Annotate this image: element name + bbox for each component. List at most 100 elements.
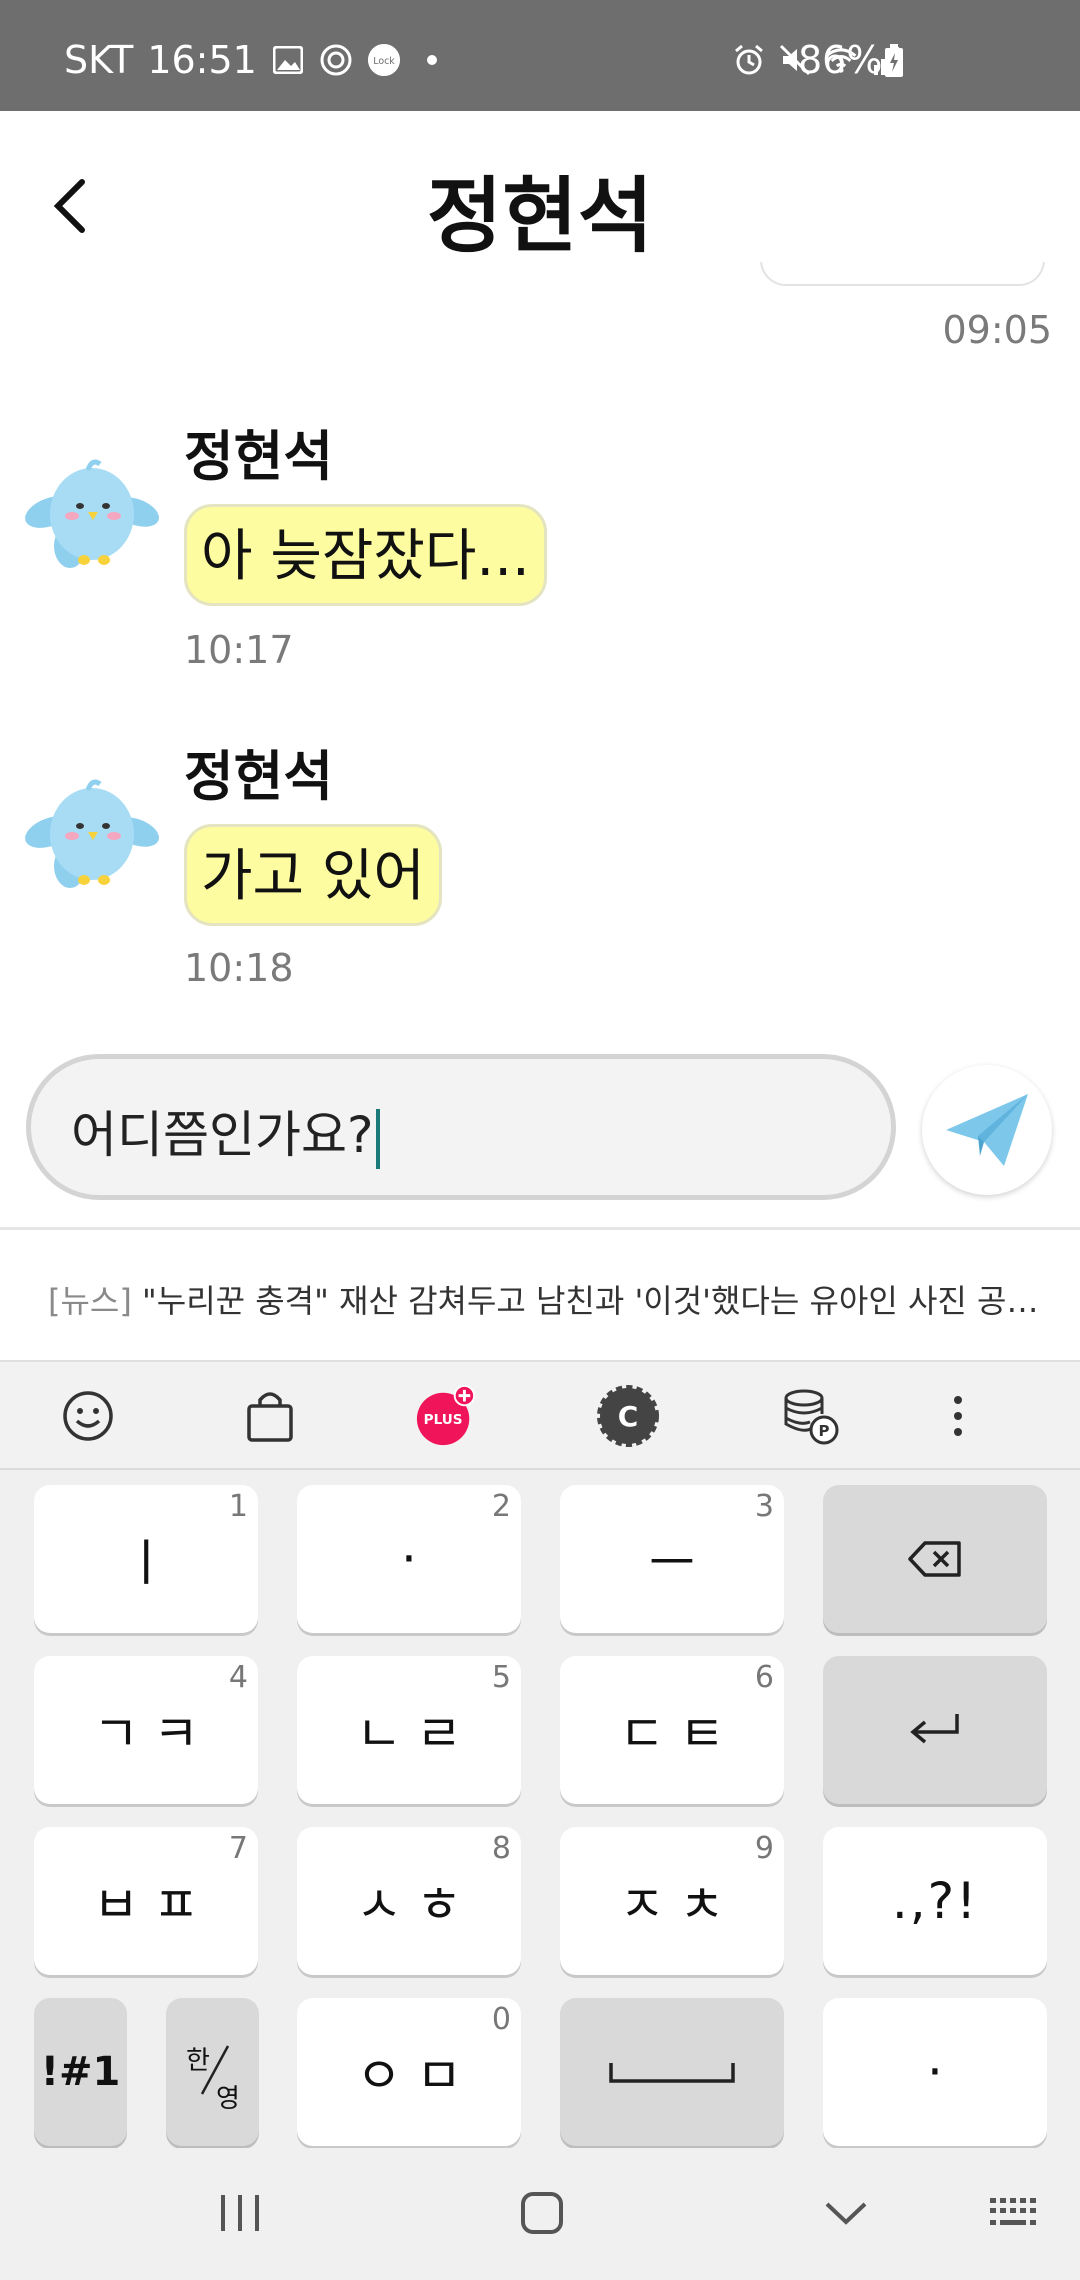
sender-name: 정현석: [184, 745, 334, 808]
battery-icon: [884, 44, 904, 78]
settings-gem-icon: [319, 43, 353, 77]
news-banner[interactable]: [뉴스] "누리꾼 충격" 재산 감쳐두고 남친과 '이것'했다는 유아인 사진…: [0, 1232, 1080, 1360]
previous-message-bubble: [760, 262, 1045, 286]
status-left: SKT 16:51 Lock: [64, 38, 449, 82]
key-j-ch[interactable]: ㅈㅊ 9: [560, 1827, 784, 1975]
c-label: C: [618, 1400, 639, 1433]
key-label: ·: [927, 2043, 943, 2101]
notification-dot-icon: [415, 43, 449, 77]
symbols-key[interactable]: !#1: [34, 1998, 127, 2146]
message-input[interactable]: 어디쯤인가요?: [26, 1054, 896, 1200]
key-number: 1: [228, 1489, 248, 1524]
chevron-down-icon: [825, 2202, 867, 2225]
sender-name: 정현석: [184, 425, 334, 488]
key-label: !#1: [40, 2049, 121, 2095]
news-headline: "누리꾼 충격" 재산 감쳐두고 남친과 '이것'했다는 유아인 사진 공개..…: [142, 1282, 1048, 1320]
recent-apps-icon: [221, 2195, 259, 2231]
message-bubble[interactable]: 아 늦잠잤다...: [184, 504, 547, 606]
more-options-button[interactable]: [926, 1384, 990, 1448]
carrier-label: SKT: [64, 38, 134, 82]
alarm-icon: [732, 43, 766, 77]
dot-key[interactable]: ·: [823, 1998, 1047, 2146]
keyboard: ㅣ 1 · 2 ㅡ 3 ㄱㅋ 4 ㄴㄹ 5 ㄷㅌ 6 ㅂㅍ 7 ㅅㅎ 8 ㅈㅊ …: [0, 1468, 1080, 2148]
key-number: 9: [754, 1831, 774, 1866]
c-gear-icon: C: [597, 1385, 659, 1447]
key-label-bottom: 영: [216, 2084, 240, 2114]
bird-avatar-icon: [25, 459, 159, 568]
key-label: ㅅㅎ: [356, 1876, 476, 1934]
key-s-h[interactable]: ㅅㅎ 8: [297, 1827, 521, 1975]
key-number: 8: [491, 1831, 511, 1866]
message-input-value: 어디쯤인가요?: [71, 1106, 374, 1164]
key-eu[interactable]: ㅡ 3: [560, 1485, 784, 1633]
key-d-t[interactable]: ㄷㅌ 6: [560, 1656, 784, 1804]
status-bar: SKT 16:51 Lock 86%: [0, 0, 1080, 111]
keyboard-switch-button[interactable]: [976, 2178, 1056, 2248]
message-input-area: 어디쯤인가요?: [0, 1040, 1080, 1230]
avatar[interactable]: [22, 442, 162, 582]
smiley-icon: [63, 1391, 113, 1441]
key-label: ·: [401, 1530, 431, 1588]
text-cursor: [375, 1108, 380, 1169]
enter-icon: [910, 1714, 959, 1744]
home-icon: [521, 2192, 563, 2234]
page-title: 정현석: [426, 169, 654, 264]
backspace-icon: [908, 1541, 961, 1577]
key-b-p[interactable]: ㅂㅍ 7: [34, 1827, 258, 1975]
message-time: 09:05: [942, 308, 1052, 352]
coin-stack-icon: P: [784, 1389, 839, 1445]
space-bar-icon: [609, 2063, 735, 2083]
key-i[interactable]: ㅣ 1: [34, 1485, 258, 1633]
shopping-bag-icon: [247, 1392, 293, 1442]
paper-plane-icon: [946, 1094, 1028, 1166]
key-number: 0: [491, 2002, 511, 2037]
keyboard-toolbar: PLUS C P: [0, 1360, 1080, 1468]
enter-key[interactable]: [823, 1656, 1047, 1804]
key-label: ㄴㄹ: [356, 1705, 476, 1763]
battery-percent: 86%: [798, 38, 883, 82]
key-number: 4: [228, 1660, 248, 1695]
plus-label: PLUS: [424, 1412, 463, 1428]
chat-header: 정현석: [0, 111, 1080, 281]
system-navigation-bar: [0, 2148, 1080, 2280]
send-button[interactable]: [922, 1065, 1052, 1195]
key-label: .,?!: [891, 1872, 979, 1930]
home-button[interactable]: [502, 2178, 582, 2248]
c-button[interactable]: C: [596, 1384, 660, 1448]
key-o-m[interactable]: ㅇㅁ 0: [297, 1998, 521, 2146]
key-n-r[interactable]: ㄴㄹ 5: [297, 1656, 521, 1804]
key-number: 6: [754, 1660, 774, 1695]
space-key[interactable]: [560, 1998, 784, 2146]
message-bubble[interactable]: 가고 있어: [184, 824, 442, 926]
gallery-icon: [271, 43, 305, 77]
key-label: ㅈㅊ: [619, 1876, 739, 1934]
shop-button[interactable]: [238, 1384, 302, 1448]
punctuation-key[interactable]: .,?!: [823, 1827, 1047, 1975]
plus-badge-icon: PLUS: [416, 1384, 476, 1446]
hide-keyboard-button[interactable]: [806, 2178, 886, 2248]
svg-text:Lock: Lock: [373, 56, 395, 67]
emoji-button[interactable]: [56, 1384, 120, 1448]
key-label: ㅣ: [123, 1534, 183, 1592]
key-dot[interactable]: · 2: [297, 1485, 521, 1633]
svg-text:P: P: [819, 1422, 830, 1440]
lock-app-icon: Lock: [367, 43, 401, 77]
key-label: ㅇㅁ: [356, 2047, 476, 2105]
key-number: 5: [491, 1660, 511, 1695]
key-label: ㄱㅋ: [93, 1705, 213, 1763]
key-number: 2: [491, 1489, 511, 1524]
recent-apps-button[interactable]: [200, 2178, 280, 2248]
language-switch-key[interactable]: 한 영: [166, 1998, 259, 2146]
points-button[interactable]: P: [778, 1384, 842, 1448]
key-number: 3: [754, 1489, 774, 1524]
chat-messages[interactable]: 09:05 정현석 아 늦잠잤다... 10:17 정현석 가고 있어 10:1…: [0, 262, 1080, 1042]
key-g-k[interactable]: ㄱㅋ 4: [34, 1656, 258, 1804]
message-time: 10:17: [184, 628, 294, 672]
key-label: ㄷㅌ: [619, 1705, 739, 1763]
key-label: ㅡ: [649, 1534, 709, 1592]
news-tag: [뉴스]: [48, 1282, 132, 1320]
bird-avatar-icon: [25, 779, 159, 888]
backspace-key[interactable]: [823, 1485, 1047, 1633]
plus-button[interactable]: PLUS: [414, 1384, 478, 1448]
avatar[interactable]: [22, 762, 162, 902]
